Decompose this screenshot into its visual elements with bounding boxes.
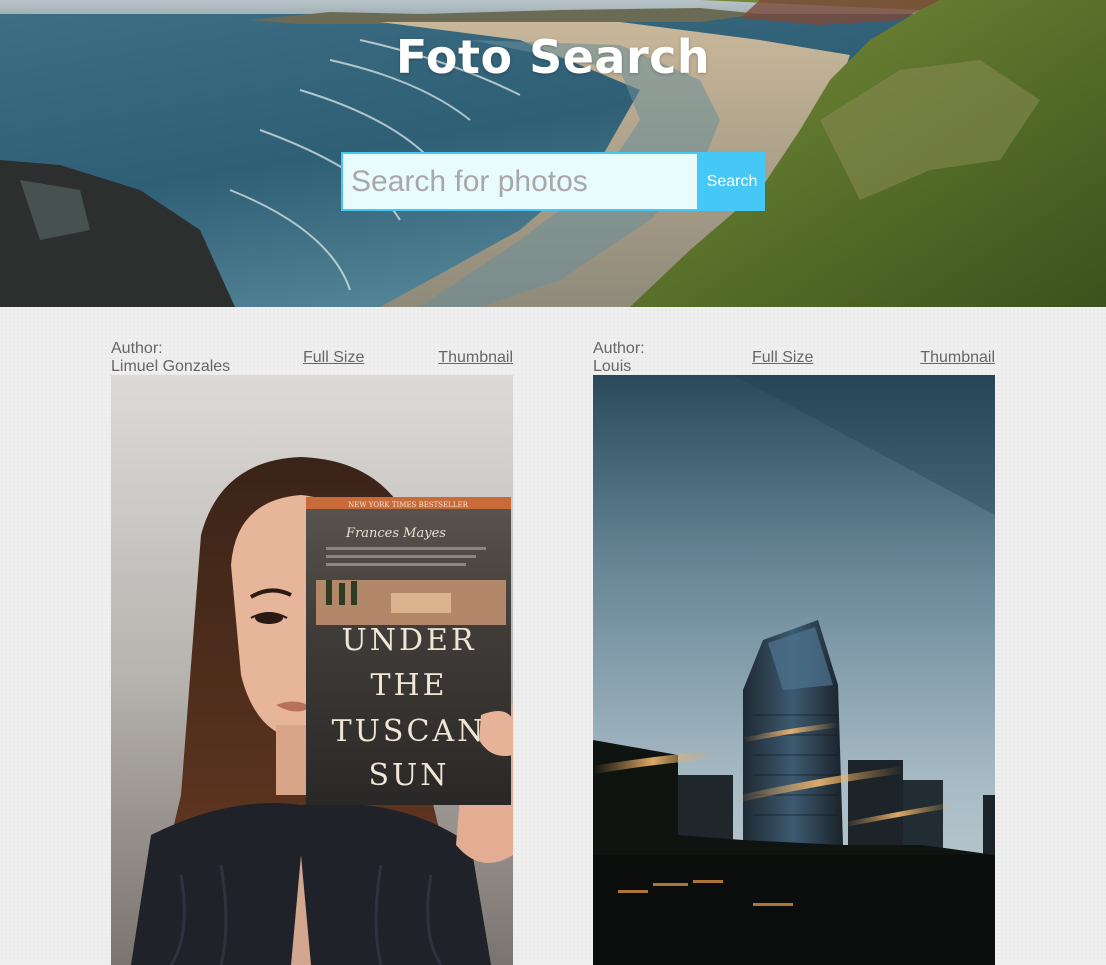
photo-meta: Author: Louis Full Size Thumbnail: [593, 340, 995, 375]
thumbnail-link[interactable]: Thumbnail: [920, 349, 995, 367]
hero-banner: Foto Search Search: [0, 0, 1106, 307]
author-name: Louis: [593, 358, 632, 375]
author-info: Author: Limuel Gonzales: [111, 340, 230, 376]
book-banner-text: NEW YORK TIMES BESTSELLER: [348, 501, 469, 509]
full-size-link[interactable]: Full Size: [752, 349, 813, 367]
book-title-line-3: TUSCAN: [332, 714, 487, 749]
author-name: Limuel Gonzales: [111, 358, 231, 375]
search-button[interactable]: Search: [699, 152, 765, 211]
thumbnail-link[interactable]: Thumbnail: [438, 349, 513, 367]
full-size-link[interactable]: Full Size: [303, 349, 364, 367]
woman-with-book-photo: NEW YORK TIMES BESTSELLER Frances Mayes …: [111, 375, 513, 965]
author-label: Author:: [111, 340, 163, 357]
search-form: Search: [341, 152, 765, 211]
photo-image[interactable]: NEW YORK TIMES BESTSELLER Frances Mayes …: [111, 375, 513, 965]
book-title-line-2: THE: [370, 668, 447, 703]
author-info: Author: Louis: [593, 340, 645, 376]
book-title-line-1: UNDER: [341, 623, 476, 658]
search-input[interactable]: [341, 152, 699, 211]
photo-image[interactable]: [593, 375, 995, 965]
city-skyline-photo: [593, 375, 995, 965]
page-title: Foto Search: [395, 30, 711, 84]
photo-card: Author: Louis Full Size Thumbnail: [593, 340, 995, 965]
photo-meta: Author: Limuel Gonzales Full Size Thumbn…: [111, 340, 513, 375]
photo-card: Author: Limuel Gonzales Full Size Thumbn…: [111, 340, 513, 965]
book-author-text: Frances Mayes: [345, 526, 446, 541]
book-title-line-4: SUN: [368, 758, 449, 793]
author-label: Author:: [593, 340, 645, 357]
